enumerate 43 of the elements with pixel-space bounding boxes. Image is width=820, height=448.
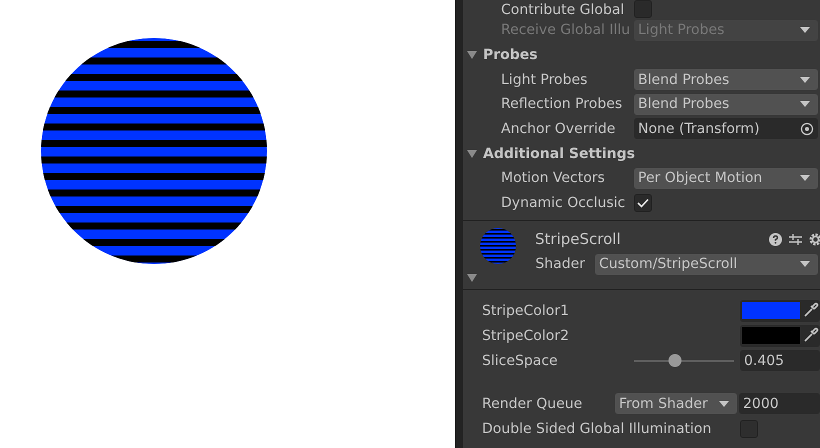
field-label: SliceSpace xyxy=(482,352,559,368)
dropdown[interactable]: From Shader xyxy=(615,393,737,414)
field-label: Shader xyxy=(534,256,585,272)
sliders-icon[interactable] xyxy=(789,232,802,246)
sphere-icon xyxy=(479,227,517,265)
color-swatch[interactable] xyxy=(742,327,800,344)
field-label: Anchor Override xyxy=(501,120,616,137)
field-label: Render Queue xyxy=(482,396,584,412)
section-header[interactable]: Additional Settings xyxy=(483,146,635,162)
target-icon[interactable] xyxy=(800,122,814,136)
field-label: Double Sided Global Illumination xyxy=(482,420,712,436)
shader-dropdown[interactable]: Custom/StripeScroll xyxy=(595,254,818,274)
dropdown[interactable]: Per Object Motion xyxy=(634,168,818,189)
material-name: StripeScroll xyxy=(535,230,621,248)
caret-icon xyxy=(800,261,810,267)
field-label: StripeColor1 xyxy=(482,302,570,318)
dropdown[interactable]: Blend Probes xyxy=(634,69,818,90)
slider-thumb[interactable] xyxy=(668,354,682,366)
field-label: StripeColor2 xyxy=(482,328,570,344)
foldout-arrow-icon[interactable] xyxy=(467,273,477,283)
caret-icon xyxy=(800,175,810,182)
field-label: Motion Vectors xyxy=(501,170,606,186)
caret-icon xyxy=(800,76,810,83)
caret-icon xyxy=(800,27,810,34)
field-label: Reflection Probes xyxy=(501,96,624,112)
settings-icon[interactable] xyxy=(809,232,820,246)
caret-icon xyxy=(719,400,729,406)
checkbox[interactable] xyxy=(634,194,652,212)
help-icon[interactable] xyxy=(769,232,782,246)
field-label: Contribute Global xyxy=(501,2,626,18)
checkmark-icon xyxy=(637,198,649,208)
section-header[interactable]: Probes xyxy=(483,47,538,63)
dropdown[interactable]: Blend Probes xyxy=(634,94,818,115)
foldout-arrow-icon[interactable] xyxy=(467,148,477,158)
number-field[interactable]: 2000 xyxy=(739,393,820,414)
number-field[interactable]: 0.405 xyxy=(740,350,820,371)
field-label: Dynamic Occlusic xyxy=(501,194,626,211)
color-swatch[interactable] xyxy=(742,302,800,319)
field-label: Light Probes xyxy=(501,72,588,88)
object-field[interactable]: None (Transform) xyxy=(634,118,818,140)
foldout-arrow-icon[interactable] xyxy=(467,50,477,60)
field-label: Receive Global Illu xyxy=(501,22,632,38)
caret-icon xyxy=(800,101,810,108)
